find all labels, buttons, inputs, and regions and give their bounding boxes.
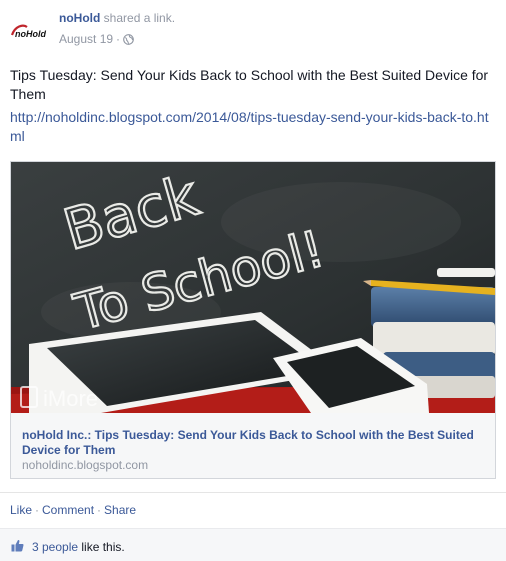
- likes-count-link[interactable]: 3 people: [32, 540, 78, 554]
- like-button[interactable]: Like: [10, 503, 32, 517]
- link-preview-domain: noholdinc.blogspot.com: [22, 458, 149, 472]
- likes-suffix: like this.: [78, 540, 125, 554]
- likes-text: 3 people like this.: [32, 540, 125, 555]
- timestamp-link[interactable]: August 19: [59, 32, 113, 47]
- action-separator: ·: [35, 503, 40, 517]
- likes-summary: 3 people like this.: [0, 528, 506, 561]
- link-preview-image[interactable]: Back To School! iMore: [11, 162, 495, 413]
- author-link[interactable]: noHold: [59, 11, 100, 25]
- page-avatar[interactable]: noHold: [9, 10, 49, 50]
- story-action-text: shared a link.: [103, 11, 176, 25]
- globe-icon[interactable]: [123, 34, 134, 45]
- actions-divider: [0, 492, 506, 493]
- link-preview-title[interactable]: noHold Inc.: Tips Tuesday: Send Your Kid…: [22, 428, 482, 458]
- logo-text: noHold: [15, 29, 46, 39]
- nohold-logo: noHold: [10, 24, 46, 39]
- feed-story: noHold noHold shared a link. August 19 ·…: [0, 0, 506, 561]
- image-watermark: iMore: [43, 386, 98, 411]
- thumbs-up-icon: [11, 539, 24, 552]
- post-url-link[interactable]: http://noholdinc.blogspot.com/2014/08/ti…: [10, 108, 490, 146]
- link-preview-card[interactable]: Back To School! iMore noHold Inc.: Tips …: [10, 161, 496, 479]
- share-button[interactable]: Share: [104, 503, 136, 517]
- meta-separator: ·: [116, 32, 121, 46]
- story-header: noHold shared a link.: [59, 11, 175, 26]
- action-separator: ·: [97, 503, 102, 517]
- comment-button[interactable]: Comment: [42, 503, 94, 517]
- story-meta: August 19 ·: [59, 32, 134, 47]
- story-actions: Like · Comment · Share: [10, 503, 136, 518]
- post-message: Tips Tuesday: Send Your Kids Back to Sch…: [10, 67, 489, 102]
